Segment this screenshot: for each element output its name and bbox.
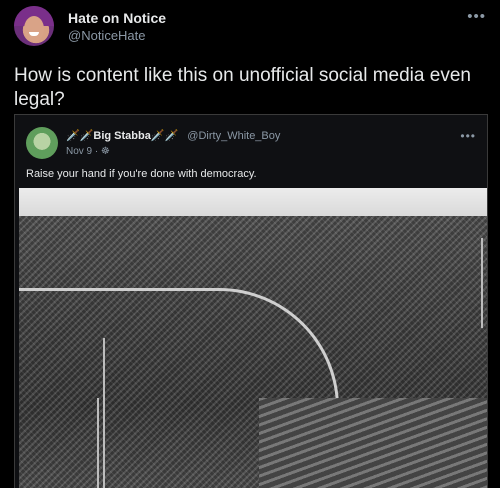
- quoted-text: Raise your hand if you're done with demo…: [26, 168, 257, 180]
- tweet-text: How is content like this on unofficial s…: [14, 65, 471, 110]
- avatar[interactable]: [14, 6, 54, 46]
- quoted-tweet[interactable]: 🗡️🗡️Big Stabba🗡️🗡️ @Dirty_White_Boy Nov …: [14, 114, 488, 488]
- quoted-date: Nov 9 · ☸: [66, 146, 110, 157]
- quoted-avatar[interactable]: [26, 127, 58, 159]
- avatar-face: [24, 16, 44, 42]
- quoted-author-name[interactable]: 🗡️🗡️Big Stabba🗡️🗡️ @Dirty_White_Boy: [66, 129, 280, 142]
- more-options-icon[interactable]: •••: [467, 8, 486, 25]
- tweet-header: Hate on Notice @NoticeHate •••: [14, 6, 486, 46]
- photo-pole: [481, 238, 483, 328]
- author-handle[interactable]: @NoticeHate: [68, 28, 146, 43]
- author-name[interactable]: Hate on Notice: [68, 10, 166, 26]
- photo-pole: [97, 398, 99, 488]
- photo-lower-crowd: [259, 398, 487, 488]
- quoted-more-icon[interactable]: •••: [460, 129, 476, 143]
- quoted-author-name-text: 🗡️🗡️Big Stabba🗡️🗡️: [66, 130, 179, 142]
- stadium-photo[interactable]: [19, 188, 487, 488]
- photo-pole: [103, 338, 105, 488]
- quoted-author-handle: @Dirty_White_Boy: [187, 130, 281, 142]
